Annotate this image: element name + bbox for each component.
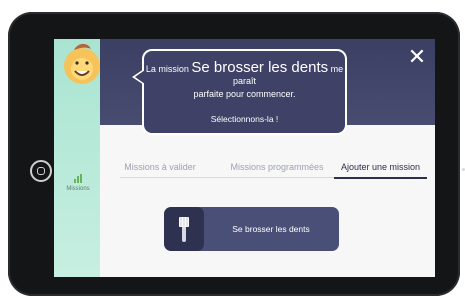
bubble-line-2: parfaite pour commencer. xyxy=(193,89,296,99)
mission-card-se-brosser-les-dents[interactable]: Se brosser les dents xyxy=(164,207,339,251)
bar-chart-icon xyxy=(66,174,90,183)
tab-missions-programmees[interactable]: Missions programmées xyxy=(222,157,332,177)
tab-bar: Missions à valider Missions programmées … xyxy=(120,157,427,179)
bubble-cta: Sélectionnons-la ! xyxy=(210,114,279,124)
home-button-icon[interactable] xyxy=(30,160,52,182)
app-screen: Missions ✕ La mission Se brosser les den… xyxy=(54,39,435,277)
speech-bubble: La mission Se brosser les dents me paraî… xyxy=(132,49,347,135)
bubble-line-1: La mission Se brosser les dents me paraî… xyxy=(144,59,345,87)
mascot-avatar xyxy=(64,43,100,84)
close-icon[interactable]: ✕ xyxy=(407,46,427,68)
tab-missions-a-valider[interactable]: Missions à valider xyxy=(120,157,200,177)
bubble-prefix: La mission xyxy=(145,64,189,74)
toothbrush-icon xyxy=(164,207,204,251)
mission-card-label: Se brosser les dents xyxy=(232,224,310,234)
bubble-mission-name: Se brosser les dents xyxy=(191,59,329,76)
sidebar-item-missions[interactable]: Missions xyxy=(66,174,90,192)
sidebar-item-label: Missions xyxy=(66,186,90,192)
tab-ajouter-une-mission[interactable]: Ajouter une mission xyxy=(334,157,427,179)
